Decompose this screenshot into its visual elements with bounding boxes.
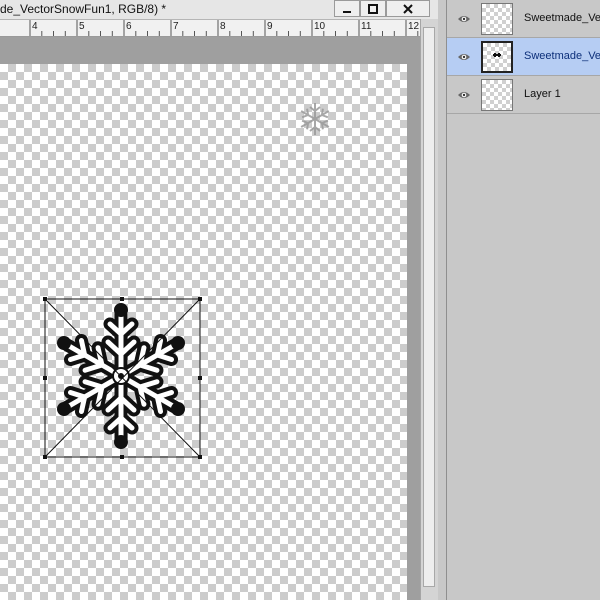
ruler-label-11: 11 [361,21,372,32]
snowflake-thumbnail-icon [493,53,501,57]
document-title-bar[interactable]: de_VectorSnowFun1, RGB/8) * [0,0,438,20]
ruler-label-6: 6 [126,21,132,32]
ruler-label-4: 4 [32,21,38,32]
visibility-eye-icon[interactable] [457,50,471,64]
layer-row-1[interactable]: Sweetmade_Ve [447,0,600,38]
transform-selection[interactable] [40,294,208,462]
canvas-area[interactable] [0,37,420,600]
document-title: de_VectorSnowFun1, RGB/8) * [0,2,167,16]
layer-thumbnail[interactable] [481,79,513,111]
close-icon [387,1,429,16]
maximize-button[interactable] [360,0,386,17]
minimize-icon [335,1,359,16]
layer-row-2[interactable]: Sweetmade_Ve [447,38,600,76]
ruler-label-8: 8 [220,21,226,32]
layer-thumbnail[interactable] [481,3,513,35]
maximize-icon [361,1,385,16]
layer-name[interactable]: Sweetmade_Ve [524,50,600,62]
minimize-button[interactable] [334,0,360,17]
horizontal-ruler: 4 5 6 7 8 9 10 11 12 [0,20,430,37]
vertical-scrollbar[interactable] [420,19,438,600]
visibility-eye-icon[interactable] [457,12,471,26]
layer-name[interactable]: Sweetmade_Ve [524,12,600,24]
close-button[interactable] [386,0,430,17]
document-window: de_VectorSnowFun1, RGB/8) * 4 5 6 7 8 9 … [0,0,438,600]
layer-name[interactable]: Layer 1 [524,88,600,100]
transparent-canvas[interactable] [0,64,407,600]
ruler-label-10: 10 [314,21,326,32]
ruler-label-7: 7 [173,21,179,32]
visibility-eye-icon[interactable] [457,88,471,102]
layer-thumbnail[interactable] [481,41,513,73]
ruler-label-12: 12 [408,21,420,32]
ruler-label-9: 9 [267,21,273,32]
small-snowflake-image[interactable] [295,99,335,139]
ruler-label-5: 5 [79,21,85,32]
scrollbar-thumb[interactable] [423,27,435,587]
layer-row-3[interactable]: Layer 1 [447,76,600,114]
layers-panel: Sweetmade_Ve Sweetmade_Ve Layer 1 [446,0,600,600]
